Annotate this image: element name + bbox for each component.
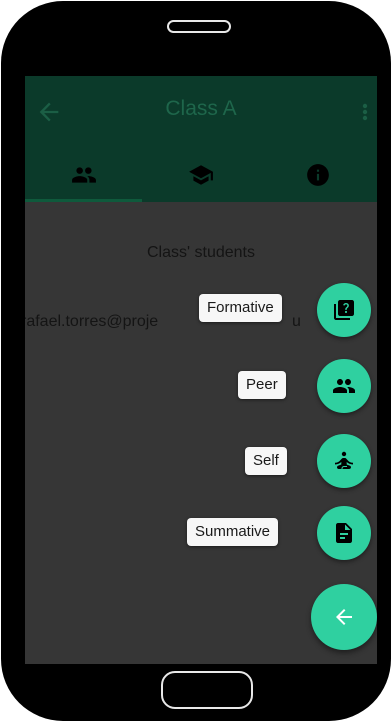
graduation-cap-icon [188, 165, 213, 185]
tab-students[interactable] [25, 156, 142, 198]
close-speed-dial-button[interactable] [311, 584, 377, 650]
app-bar-row: Class A [25, 76, 377, 146]
more-vert-icon [362, 103, 368, 121]
tab-teachers[interactable] [142, 156, 259, 198]
peer-fab[interactable] [317, 359, 371, 413]
formative-label[interactable]: Formative [199, 294, 282, 322]
info-icon [306, 164, 329, 186]
people-icon [333, 379, 355, 393]
students-heading: Class' students [147, 244, 255, 261]
student-email-tail: u [292, 313, 301, 330]
arrow-left-icon [336, 609, 352, 625]
tab-bar [25, 156, 377, 202]
student-email[interactable]: rafael.torres@proje [25, 313, 158, 331]
home-button[interactable] [161, 671, 253, 709]
tab-info[interactable] [259, 156, 376, 198]
page-title: Class A [165, 97, 237, 120]
document-icon [336, 523, 352, 543]
self-fab[interactable] [317, 434, 371, 488]
summative-label[interactable]: Summative [187, 518, 279, 546]
app-screen: Class A Class' students rafael.torres@pr… [25, 76, 377, 664]
people-icon [71, 167, 96, 183]
tab-indicator [25, 199, 142, 202]
self-meditation-icon [335, 451, 353, 469]
quiz-icon [334, 300, 354, 320]
self-label[interactable]: Self [245, 447, 287, 475]
peer-label[interactable]: Peer [238, 371, 286, 399]
more-options-button[interactable] [359, 98, 371, 126]
phone-frame: Class A Class' students rafael.torres@pr… [1, 1, 391, 721]
phone-speaker [167, 20, 231, 33]
app-bar: Class A [25, 76, 377, 202]
formative-fab[interactable] [317, 283, 371, 337]
summative-fab[interactable] [317, 506, 371, 560]
